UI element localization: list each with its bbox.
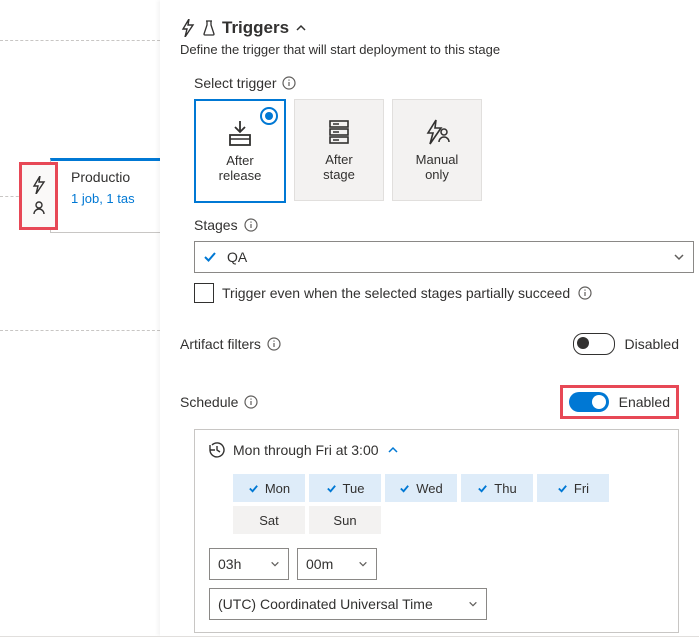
schedule-summary: Mon through Fri at 3:00	[233, 442, 379, 458]
info-icon[interactable]	[578, 286, 592, 300]
day-mon[interactable]: Mon	[233, 474, 305, 502]
stage-predeploy-icon-box[interactable]	[19, 162, 58, 230]
hour-value: 03h	[218, 556, 241, 572]
schedule-label: Schedule	[180, 394, 238, 410]
info-icon[interactable]	[267, 337, 281, 351]
chevron-up-icon	[387, 444, 399, 456]
schedule-enabled-highlight: Enabled	[560, 385, 679, 419]
stage-card-production[interactable]: Productio 1 job, 1 tas	[50, 158, 162, 233]
partial-succeed-label: Trigger even when the selected stages pa…	[222, 285, 570, 301]
info-icon[interactable]	[282, 76, 296, 90]
artifact-filters-state: Disabled	[625, 336, 679, 352]
day-label: Sat	[259, 513, 279, 528]
checkmark-icon	[248, 483, 259, 494]
day-label: Sun	[333, 513, 356, 528]
day-label: Mon	[265, 481, 290, 496]
info-icon[interactable]	[244, 395, 258, 409]
trigger-option-label: After stage	[323, 153, 355, 183]
minute-value: 00m	[306, 556, 333, 572]
trigger-option-label: Manual only	[416, 153, 459, 183]
flask-icon	[202, 20, 216, 36]
stages-label: Stages	[194, 217, 238, 233]
minute-dropdown[interactable]: 00m	[297, 548, 377, 580]
chevron-down-icon	[468, 599, 478, 609]
schedule-state: Enabled	[619, 394, 670, 410]
artifact-filters-label: Artifact filters	[180, 336, 261, 352]
panel-subtitle: Define the trigger that will start deplo…	[180, 42, 679, 57]
chevron-down-icon	[270, 559, 280, 569]
stage-name: Productio	[71, 169, 135, 185]
trigger-option-manual-only[interactable]: Manual only	[392, 99, 482, 201]
stages-dropdown[interactable]: QA	[194, 241, 694, 273]
chevron-up-icon	[295, 22, 307, 34]
panel-title: Triggers	[222, 18, 289, 38]
lightning-bolt-icon	[180, 19, 196, 37]
person-icon	[31, 200, 47, 216]
info-icon[interactable]	[244, 218, 258, 232]
day-tue[interactable]: Tue	[309, 474, 381, 502]
clock-history-icon	[209, 442, 225, 458]
day-thu[interactable]: Thu	[461, 474, 533, 502]
trigger-option-after-stage[interactable]: After stage	[294, 99, 384, 201]
day-label: Thu	[494, 481, 516, 496]
timezone-value: (UTC) Coordinated Universal Time	[218, 596, 433, 612]
download-package-icon	[224, 118, 256, 148]
day-wed[interactable]: Wed	[385, 474, 457, 502]
chevron-down-icon	[358, 559, 368, 569]
lightning-icon	[31, 176, 47, 194]
day-label: Wed	[416, 481, 443, 496]
schedule-summary-row[interactable]: Mon through Fri at 3:00	[209, 442, 664, 458]
stage-subtext: 1 job, 1 tas	[71, 191, 135, 206]
day-sun[interactable]: Sun	[309, 506, 381, 534]
day-fri[interactable]: Fri	[537, 474, 609, 502]
schedule-toggle[interactable]	[569, 392, 609, 412]
trigger-option-label: After release	[219, 154, 262, 184]
server-icon	[323, 117, 355, 147]
triggers-panel: Triggers Define the trigger that will st…	[160, 0, 699, 636]
day-label: Fri	[574, 481, 589, 496]
radio-selected-icon	[260, 107, 278, 125]
checkmark-icon	[557, 483, 568, 494]
schedule-box: Mon through Fri at 3:00 Mon Tue Wed	[194, 429, 679, 633]
stages-selected: QA	[227, 249, 247, 265]
chevron-down-icon	[673, 251, 685, 263]
checkmark-icon	[477, 483, 488, 494]
day-label: Tue	[343, 481, 365, 496]
panel-title-row[interactable]: Triggers	[180, 18, 679, 38]
select-trigger-label: Select trigger	[194, 75, 276, 91]
checkmark-icon	[326, 483, 337, 494]
checkmark-icon	[203, 250, 217, 264]
artifact-filters-toggle[interactable]	[573, 333, 615, 355]
hour-dropdown[interactable]: 03h	[209, 548, 289, 580]
timezone-dropdown[interactable]: (UTC) Coordinated Universal Time	[209, 588, 487, 620]
day-sat[interactable]: Sat	[233, 506, 305, 534]
trigger-option-after-release[interactable]: After release	[194, 99, 286, 203]
checkmark-icon	[399, 483, 410, 494]
partial-succeed-checkbox[interactable]	[194, 283, 214, 303]
lightning-person-icon	[421, 117, 453, 147]
